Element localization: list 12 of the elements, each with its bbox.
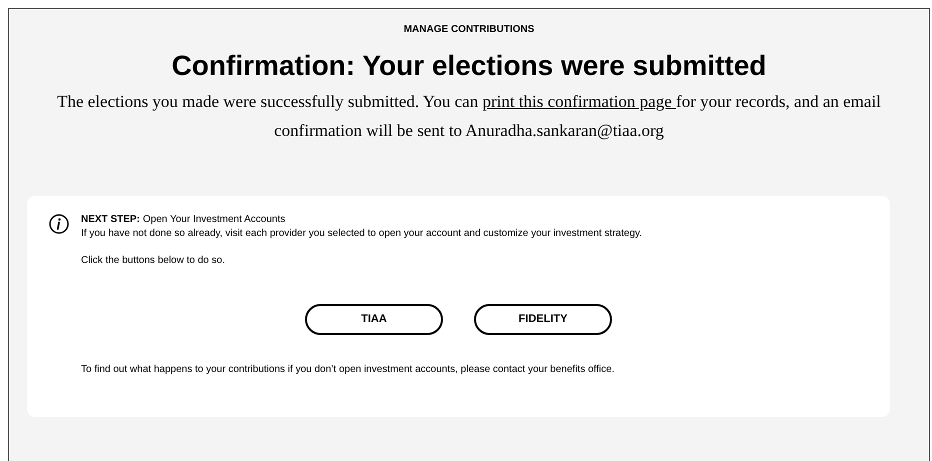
next-step-text: If you have not done so already, visit each provider you selected to open your account and customize your investment strategy.: [81, 227, 642, 241]
section-label: MANAGE CONTRIBUTIONS: [404, 23, 534, 37]
provider-button[interactable]: TIAA: [305, 304, 443, 335]
provider-button[interactable]: FIDELITY: [474, 304, 612, 335]
next-step-label: NEXT STEP:: [81, 213, 140, 227]
page-title: Confirmation: Your elections were submitted: [172, 49, 766, 83]
info-icon: [49, 214, 69, 234]
footnote-text: To find out what happens to your contributions if you don’t open investment accounts, please contact your benefits office.: [81, 363, 616, 377]
confirmation-message: The elections you made were successfully submitted. You can print this confirmation page for your records, and an email confirmation will be sent to Anuradha.sankaran@tiaa.org: [56, 91, 882, 142]
print-link[interactable]: print this confirmation page: [482, 92, 676, 111]
instruction-text: Click the buttons below to do so.: [81, 254, 226, 268]
next-step-heading: Open Your Investment Accounts: [142, 213, 286, 227]
